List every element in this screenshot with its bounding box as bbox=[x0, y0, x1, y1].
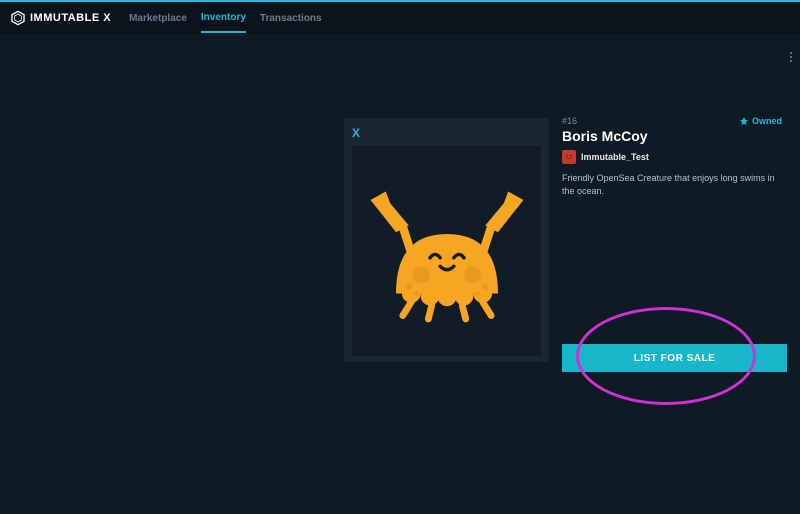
nav-inventory[interactable]: Inventory bbox=[201, 3, 246, 33]
owned-label: Owned bbox=[752, 116, 782, 126]
collection-name: Immutable_Test bbox=[581, 152, 649, 162]
card-platform-x-icon: X bbox=[352, 126, 541, 140]
brand-name: IMMUTABLE X bbox=[30, 12, 111, 24]
main-content: X bbox=[0, 34, 800, 88]
brand-logo[interactable]: IMMUTABLE X bbox=[10, 10, 111, 26]
nav-transactions[interactable]: Transactions bbox=[260, 4, 322, 32]
collection-avatar-icon bbox=[562, 150, 576, 164]
star-icon bbox=[739, 116, 749, 126]
crab-illustration-icon bbox=[362, 166, 532, 336]
app-header: IMMUTABLE X Marketplace Inventory Transa… bbox=[0, 2, 800, 34]
brand-hex-icon bbox=[10, 10, 26, 26]
nav-marketplace[interactable]: Marketplace bbox=[129, 4, 187, 32]
asset-detail-panel: #16 Boris McCoy Owned Immutable_Test Fri… bbox=[562, 116, 782, 197]
asset-image bbox=[352, 146, 541, 356]
asset-description: Friendly OpenSea Creature that enjoys lo… bbox=[562, 172, 782, 197]
asset-card: X bbox=[344, 118, 549, 362]
collection-row[interactable]: Immutable_Test bbox=[562, 150, 782, 164]
list-for-sale-button[interactable]: LIST FOR SALE bbox=[562, 344, 787, 372]
main-nav: Marketplace Inventory Transactions bbox=[129, 3, 322, 33]
asset-title: Boris McCoy bbox=[562, 128, 648, 144]
owned-badge: Owned bbox=[739, 116, 782, 126]
asset-id: #16 bbox=[562, 116, 648, 126]
